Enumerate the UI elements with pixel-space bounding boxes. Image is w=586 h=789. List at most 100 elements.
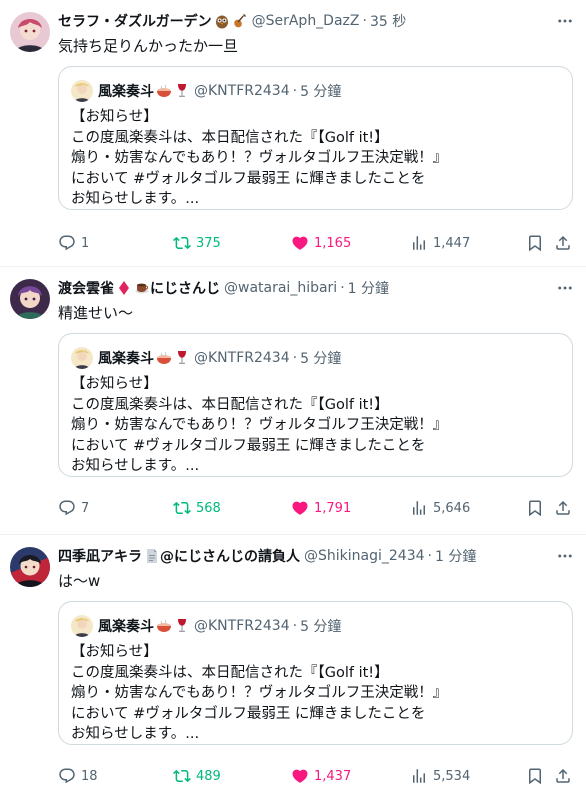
- bookmark-button[interactable]: [526, 234, 544, 252]
- avatar[interactable]: [71, 615, 93, 637]
- owl-icon: [214, 13, 230, 29]
- views-button[interactable]: 1,447: [410, 234, 470, 252]
- bookmark-icon: [526, 234, 544, 252]
- timestamp[interactable]: 5 分鐘: [300, 348, 341, 368]
- quote-line: この度風楽奏斗は、本日配信された『【Golf it!】: [71, 396, 389, 413]
- quoted-tweet[interactable]: 風楽奏斗 @KNTFR2434 · 5 分鐘 【お知らせ】 この度風楽奏斗は、本…: [58, 66, 573, 210]
- timestamp[interactable]: 1 分鐘: [435, 546, 476, 566]
- reply-count: 7: [81, 500, 90, 516]
- more-icon[interactable]: [556, 279, 574, 297]
- like-button[interactable]: 1,165: [291, 234, 351, 252]
- reply-icon: [58, 499, 76, 517]
- display-name[interactable]: セラフ・ダズルガーデン: [58, 11, 212, 31]
- quoted-tweet[interactable]: 風楽奏斗 @KNTFR2434 · 5 分鐘 【お知らせ】 この度風楽奏斗は、本…: [58, 333, 573, 477]
- reply-button[interactable]: 7: [58, 499, 89, 517]
- more-icon[interactable]: [556, 12, 574, 30]
- tweet-text: は〜w: [58, 572, 101, 590]
- timestamp[interactable]: 35 秒: [370, 11, 406, 31]
- quote-line: において #ヴォルタゴルフ最弱王 に輝きましたことを: [71, 437, 426, 454]
- quote-text: 【お知らせ】 この度風楽奏斗は、本日配信された『【Golf it!】 煽り・妨害…: [71, 642, 560, 745]
- quote-header: 風楽奏斗 @KNTFR2434 · 5 分鐘: [71, 614, 341, 638]
- views-button[interactable]: 5,534: [410, 767, 470, 785]
- display-name-suffix[interactable]: @にじさんじの請負人: [160, 546, 300, 566]
- retweet-count: 375: [196, 235, 221, 251]
- display-name[interactable]: 風楽奏斗: [98, 616, 154, 636]
- coffee-icon: [134, 280, 150, 296]
- timestamp[interactable]: 1 分鐘: [348, 278, 389, 298]
- quote-header: 風楽奏斗 @KNTFR2434 · 5 分鐘: [71, 346, 341, 370]
- tweet[interactable]: セラフ・ダズルガーデン @SerAph_DazZ · 35 秒 気持ち足りんかっ…: [0, 0, 586, 267]
- quote-line: 【お知らせ】: [71, 109, 158, 125]
- tweet-header: 四季凪アキラ @にじさんじの請負人 @Shikinagi_2434 · 1 分鐘: [58, 545, 476, 567]
- quote-line: 【お知らせ】: [71, 644, 158, 660]
- share-button[interactable]: [554, 234, 572, 252]
- tweet[interactable]: 四季凪アキラ @にじさんじの請負人 @Shikinagi_2434 · 1 分鐘…: [0, 535, 586, 789]
- reply-icon: [58, 234, 76, 252]
- reply-count: 1: [81, 235, 90, 251]
- avatar[interactable]: [10, 279, 50, 319]
- action-bar: 1 375 1,165 1,447: [58, 231, 576, 255]
- like-icon: [291, 499, 309, 517]
- reply-icon: [58, 767, 76, 785]
- share-button[interactable]: [554, 767, 572, 785]
- user-handle[interactable]: @watarai_hibari: [224, 280, 337, 296]
- quote-line: お知らせします。...: [71, 726, 200, 742]
- timestamp[interactable]: 5 分鐘: [300, 81, 341, 101]
- wine-glass-icon: [174, 618, 190, 634]
- tweet[interactable]: 渡会雲雀 にじさんじ @watarai_hibari · 1 分鐘 精進せい〜 …: [0, 267, 586, 535]
- tweet-text: 気持ち足りんかったか一旦: [58, 37, 239, 55]
- share-icon: [554, 234, 572, 252]
- user-handle[interactable]: @KNTFR2434: [194, 618, 290, 634]
- display-name[interactable]: 風楽奏斗: [98, 81, 154, 101]
- share-icon: [554, 499, 572, 517]
- user-handle[interactable]: @SerAph_DazZ: [252, 13, 360, 29]
- retweet-button[interactable]: 568: [173, 499, 221, 517]
- retweet-icon: [173, 767, 191, 785]
- avatar[interactable]: [10, 547, 50, 587]
- user-handle[interactable]: @KNTFR2434: [194, 350, 290, 366]
- user-handle[interactable]: @Shikinagi_2434: [304, 548, 425, 564]
- separator-dot: ·: [362, 13, 367, 29]
- retweet-icon: [173, 234, 191, 252]
- views-button[interactable]: 5,646: [410, 499, 470, 517]
- display-name[interactable]: 渡会雲雀: [58, 278, 114, 298]
- avatar[interactable]: [10, 12, 50, 52]
- display-name[interactable]: 風楽奏斗: [98, 348, 154, 368]
- quote-line: 煽り・妨害なんでもあり！？ヴォルタゴルフ王決定戦！』: [71, 417, 448, 433]
- more-icon[interactable]: [556, 547, 574, 565]
- retweet-button[interactable]: 375: [173, 234, 221, 252]
- avatar[interactable]: [71, 347, 93, 369]
- bowl-icon: [156, 83, 172, 99]
- retweet-button[interactable]: 489: [173, 767, 221, 785]
- tweet-header: 渡会雲雀 にじさんじ @watarai_hibari · 1 分鐘: [58, 277, 389, 299]
- display-name-suffix[interactable]: にじさんじ: [150, 278, 220, 298]
- like-count: 1,791: [314, 500, 352, 516]
- separator-dot: ·: [292, 350, 298, 366]
- like-icon: [291, 234, 309, 252]
- separator-dot: ·: [292, 618, 298, 634]
- separator-dot: ·: [340, 280, 345, 296]
- bookmark-icon: [526, 499, 544, 517]
- like-button[interactable]: 1,791: [291, 499, 351, 517]
- quote-header: 風楽奏斗 @KNTFR2434 · 5 分鐘: [71, 79, 341, 103]
- quote-line: この度風楽奏斗は、本日配信された『【Golf it!】: [71, 664, 389, 681]
- reply-button[interactable]: 18: [58, 767, 98, 785]
- user-handle[interactable]: @KNTFR2434: [194, 83, 290, 99]
- display-name[interactable]: 四季凪アキラ: [58, 546, 142, 566]
- share-button[interactable]: [554, 499, 572, 517]
- quote-line: お知らせします。...: [71, 458, 200, 474]
- views-icon: [410, 234, 428, 252]
- tweet-header: セラフ・ダズルガーデン @SerAph_DazZ · 35 秒: [58, 10, 406, 32]
- views-count: 5,646: [433, 500, 471, 516]
- avatar[interactable]: [71, 80, 93, 102]
- bookmark-button[interactable]: [526, 499, 544, 517]
- action-bar: 18 489 1,437 5,534: [58, 764, 576, 788]
- bookmark-button[interactable]: [526, 767, 544, 785]
- reply-button[interactable]: 1: [58, 234, 89, 252]
- quote-line: 煽り・妨害なんでもあり！？ヴォルタゴルフ王決定戦！』: [71, 685, 448, 701]
- quoted-tweet[interactable]: 風楽奏斗 @KNTFR2434 · 5 分鐘 【お知らせ】 この度風楽奏斗は、本…: [58, 601, 573, 745]
- separator-dot: ·: [427, 548, 432, 564]
- like-button[interactable]: 1,437: [291, 767, 351, 785]
- timestamp[interactable]: 5 分鐘: [300, 616, 341, 636]
- action-bar: 7 568 1,791 5,646: [58, 496, 576, 520]
